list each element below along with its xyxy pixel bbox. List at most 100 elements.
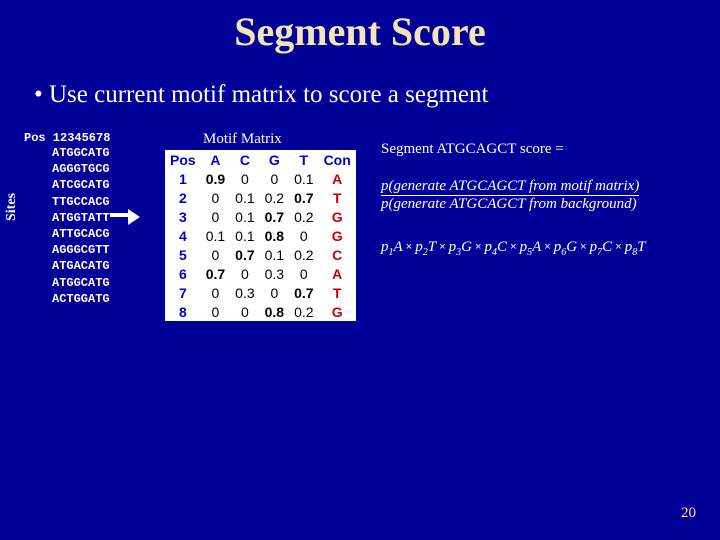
pos-header: Pos 12345678	[24, 131, 155, 145]
matrix-value-cell: 0.2	[289, 302, 318, 321]
matrix-value-cell: 0.1	[230, 226, 259, 245]
sequence-row: ATGGCATG	[52, 145, 155, 161]
matrix-value-cell: 0.1	[201, 226, 230, 245]
matrix-value-cell: 0.8	[260, 302, 289, 321]
matrix-value-cell: 0.8	[260, 226, 289, 245]
matrix-value-cell: 0	[201, 302, 230, 321]
matrix-value-cell: 0.1	[289, 169, 318, 188]
matrix-value-cell: 0.1	[260, 245, 289, 264]
content-area: Sites Pos 12345678 ATGGCATGAGGGTGCGATCGC…	[0, 131, 720, 321]
matrix-value-cell: 0	[260, 283, 289, 302]
matrix-value-cell: 0	[201, 188, 230, 207]
matrix-row: 60.700.30A	[165, 264, 356, 283]
multiply-icon: ×	[612, 241, 625, 253]
matrix-value-cell: 0.7	[260, 207, 289, 226]
matrix-value-cell: 0.2	[289, 207, 318, 226]
matrix-value-cell: 0.1	[230, 207, 259, 226]
matrix-consensus-cell: A	[319, 169, 356, 188]
matrix-pos-cell: 3	[165, 207, 201, 226]
matrix-column: Motif Matrix PosACGTCon 10.9000.1A200.10…	[155, 131, 365, 321]
matrix-value-cell: 0	[260, 169, 289, 188]
matrix-value-cell: 0	[201, 245, 230, 264]
matrix-consensus-cell: T	[319, 283, 356, 302]
matrix-header-cell: T	[289, 150, 318, 169]
matrix-header-cell: G	[260, 150, 289, 169]
motif-matrix-table: PosACGTCon 10.9000.1A200.10.20.7T300.10.…	[165, 150, 356, 321]
matrix-consensus-cell: T	[319, 188, 356, 207]
matrix-value-cell: 0.7	[230, 245, 259, 264]
sequence-row: ATTGCACG	[52, 226, 155, 242]
multiply-icon: ×	[436, 241, 449, 253]
prob-term: p4C	[485, 239, 508, 255]
sites-column: Sites Pos 12345678 ATGGCATGAGGGTGCGATCGC…	[0, 131, 155, 321]
matrix-row: 8000.80.2G	[165, 302, 356, 321]
score-column: Segment ATGCAGCT score = p(generate ATGC…	[381, 131, 646, 321]
matrix-value-cell: 0.2	[289, 245, 318, 264]
matrix-label: Motif Matrix	[203, 131, 365, 148]
matrix-value-cell: 0.2	[260, 188, 289, 207]
matrix-value-cell: 0	[201, 207, 230, 226]
fraction-denominator: p(generate ATGCAGCT from background)	[381, 195, 639, 213]
matrix-value-cell: 0.7	[201, 264, 230, 283]
matrix-value-cell: 0	[201, 283, 230, 302]
matrix-header-cell: Pos	[165, 150, 201, 169]
sequence-row: AGGGCGTT	[52, 242, 155, 258]
fraction-numerator: p(generate ATGCAGCT from motif matrix)	[381, 178, 639, 195]
matrix-pos-cell: 1	[165, 169, 201, 188]
matrix-row: 700.300.7T	[165, 283, 356, 302]
multiply-icon: ×	[403, 241, 416, 253]
matrix-row: 10.9000.1A	[165, 169, 356, 188]
sequence-row: ATCGCATG	[52, 177, 155, 193]
bullet-text: • Use current motif matrix to score a se…	[34, 81, 720, 109]
multiply-icon: ×	[541, 241, 554, 253]
matrix-value-cell: 0.7	[289, 188, 318, 207]
multiply-icon: ×	[472, 241, 485, 253]
sites-axis-label: Sites	[4, 193, 20, 221]
matrix-row: 300.10.70.2G	[165, 207, 356, 226]
probability-expression: p1A × p2T × p3G × p4C × p5A × p6G × p7C …	[381, 239, 646, 258]
matrix-consensus-cell: A	[319, 264, 356, 283]
matrix-header-cell: C	[230, 150, 259, 169]
matrix-value-cell: 0.3	[260, 264, 289, 283]
multiply-icon: ×	[577, 241, 590, 253]
matrix-value-cell: 0.1	[230, 188, 259, 207]
score-intro: Segment ATGCAGCT score =	[381, 141, 646, 158]
matrix-pos-cell: 4	[165, 226, 201, 245]
matrix-pos-cell: 5	[165, 245, 201, 264]
matrix-consensus-cell: G	[319, 226, 356, 245]
prob-term: p3G	[449, 239, 472, 255]
matrix-pos-cell: 2	[165, 188, 201, 207]
prob-term: p7C	[590, 239, 613, 255]
sequence-row: ATGGCATG	[52, 275, 155, 291]
matrix-consensus-cell: C	[319, 245, 356, 264]
matrix-row: 200.10.20.7T	[165, 188, 356, 207]
sequence-row: ATGACATG	[52, 258, 155, 274]
sequence-row: TTGCCACG	[52, 194, 155, 210]
matrix-pos-cell: 8	[165, 302, 201, 321]
slide-number: 20	[681, 505, 696, 522]
matrix-pos-cell: 6	[165, 264, 201, 283]
prob-term: p8T	[625, 239, 646, 255]
matrix-row: 500.70.10.2C	[165, 245, 356, 264]
score-fraction: p(generate ATGCAGCT from motif matrix) p…	[381, 178, 639, 213]
matrix-value-cell: 0	[230, 169, 259, 188]
matrix-row: 40.10.10.80G	[165, 226, 356, 245]
prob-term: p6G	[554, 239, 577, 255]
matrix-pos-cell: 7	[165, 283, 201, 302]
matrix-value-cell: 0	[230, 302, 259, 321]
matrix-value-cell: 0	[230, 264, 259, 283]
matrix-consensus-cell: G	[319, 207, 356, 226]
slide-title: Segment Score	[0, 0, 720, 55]
prob-term: p1A	[381, 239, 403, 255]
sequence-row: ACTGGATG	[52, 291, 155, 307]
matrix-header-cell: Con	[319, 150, 356, 169]
matrix-consensus-cell: G	[319, 302, 356, 321]
prob-term: p2T	[415, 239, 436, 255]
matrix-value-cell: 0	[289, 226, 318, 245]
matrix-value-cell: 0.9	[201, 169, 230, 188]
matrix-value-cell: 0.7	[289, 283, 318, 302]
multiply-icon: ×	[507, 241, 520, 253]
matrix-value-cell: 0.3	[230, 283, 259, 302]
matrix-value-cell: 0	[289, 264, 318, 283]
sequence-row: AGGGTGCG	[52, 161, 155, 177]
